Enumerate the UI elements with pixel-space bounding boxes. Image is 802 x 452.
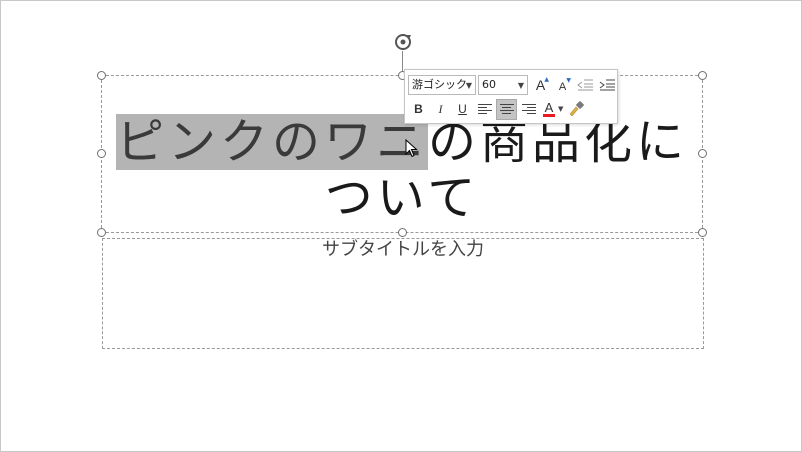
slide-canvas: ピンクのワニの商品化に ついて サブタイトルを入力 游ゴシック ▼ 60 ▼ A… xyxy=(0,0,802,452)
italic-icon: I xyxy=(438,101,443,116)
rotate-handle-icon[interactable] xyxy=(392,32,414,52)
chevron-down-icon[interactable]: ▼ xyxy=(466,77,472,95)
resize-handle-top-left[interactable] xyxy=(97,71,106,80)
chevron-down-icon[interactable]: ▼ xyxy=(518,77,524,95)
resize-handle-top-right[interactable] xyxy=(698,71,707,80)
align-left-icon xyxy=(477,104,492,114)
mouse-pointer-icon xyxy=(405,138,419,159)
mini-toolbar: 游ゴシック ▼ 60 ▼ A ▲ A ▼ B I U A ▼ xyxy=(404,69,618,124)
align-center-button[interactable] xyxy=(496,98,517,120)
align-center-icon xyxy=(499,104,514,114)
grow-font-button[interactable]: A ▲ xyxy=(530,75,551,96)
resize-handle-bottom-right[interactable] xyxy=(698,228,707,237)
bold-icon: B xyxy=(414,102,423,116)
increase-indent-icon xyxy=(599,79,615,91)
align-right-button[interactable] xyxy=(518,99,539,120)
bold-button[interactable]: B xyxy=(408,99,429,120)
font-color-icon: A xyxy=(542,100,556,117)
format-painter-button[interactable] xyxy=(565,99,586,120)
italic-button[interactable]: I xyxy=(430,99,451,120)
font-size-value: 60 xyxy=(482,78,496,91)
align-left-button[interactable] xyxy=(474,99,495,120)
resize-handle-right[interactable] xyxy=(698,149,707,158)
resize-handle-left[interactable] xyxy=(97,149,106,158)
decrease-indent-icon xyxy=(576,79,593,91)
increase-indent-button[interactable] xyxy=(596,75,617,96)
align-right-icon xyxy=(521,104,536,114)
underline-icon: U xyxy=(458,102,467,116)
title-text[interactable]: ピンクのワニの商品化に ついて xyxy=(111,114,693,226)
shrink-font-icon: A xyxy=(558,80,567,93)
mini-toolbar-row-1: 游ゴシック ▼ 60 ▼ A ▲ A ▼ xyxy=(408,73,618,97)
subtitle-text[interactable]: サブタイトルを入力 xyxy=(102,237,704,263)
decrease-indent-button[interactable] xyxy=(574,75,595,96)
resize-handle-bottom-left[interactable] xyxy=(97,228,106,237)
font-name-value: 游ゴシック xyxy=(412,78,467,91)
selected-text[interactable]: ピンクのワニ xyxy=(115,114,428,170)
font-name-combo[interactable]: 游ゴシック ▼ xyxy=(408,75,476,95)
shrink-font-button[interactable]: A ▼ xyxy=(552,75,573,96)
font-color-button[interactable]: A xyxy=(540,99,558,120)
chevron-down-icon[interactable]: ▼ xyxy=(558,105,563,113)
mini-toolbar-row-2: B I U A ▼ xyxy=(408,97,587,121)
underline-button[interactable]: U xyxy=(452,99,473,120)
font-size-combo[interactable]: 60 ▼ xyxy=(478,75,528,95)
format-painter-icon xyxy=(569,101,584,117)
title-line-2[interactable]: ついて xyxy=(111,170,693,226)
resize-handle-bottom[interactable] xyxy=(398,228,407,237)
